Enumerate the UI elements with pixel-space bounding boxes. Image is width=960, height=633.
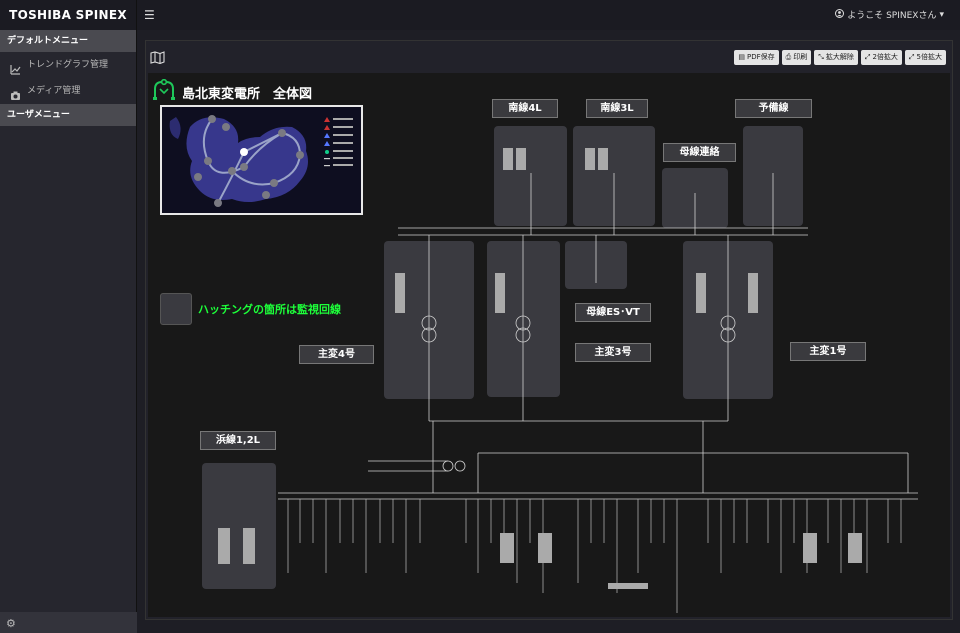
label-hamasen[interactable]: 浜線1,2L [200, 431, 276, 450]
label-nansen4l[interactable]: 南線4L [492, 99, 558, 118]
hamburger-menu-icon[interactable]: ☰ [144, 8, 155, 22]
expand-icon: ⤢ [864, 53, 871, 61]
print-button[interactable]: ⎙ 印刷 [781, 50, 812, 65]
pdf-save-button[interactable]: ▤ PDF保存 [734, 50, 779, 65]
line-chart-icon [10, 60, 21, 75]
label-shuhen4[interactable]: 主変4号 [299, 345, 374, 364]
compress-icon: ⤡ [818, 53, 824, 61]
zoom-2x-label: 2倍拡大 [872, 53, 898, 61]
brand-logo: TOSHIBA SPINEX [0, 0, 136, 30]
expand-icon: ⤢ [908, 53, 915, 61]
label-bosen-es-vt[interactable]: 母線ES･VT [575, 303, 651, 322]
pdf-save-label: PDF保存 [746, 53, 775, 61]
camera-icon [10, 86, 21, 100]
sidebar-section-user[interactable]: ユーザメニュー [0, 104, 136, 126]
caret-down-icon: ▾ [939, 9, 944, 20]
file-icon: ▤ [738, 53, 745, 61]
gear-icon[interactable]: ⚙ [6, 617, 16, 630]
user-icon [835, 8, 845, 21]
zoom-2x-button[interactable]: ⤢ 2倍拡大 [860, 50, 902, 65]
sidebar-item-media[interactable]: メディア管理 [0, 78, 136, 104]
sidebar-footer: ⚙ [0, 612, 137, 633]
sidebar: TOSHIBA SPINEX デフォルトメニュー トレンドグラフ管理 メディア管… [0, 0, 137, 633]
toolbar: ▤ PDF保存 ⎙ 印刷 ⤡ 拡大解除 ⤢ 2倍拡大 ⤢ 5倍拡大 [734, 50, 946, 65]
label-shuhen1[interactable]: 主変1号 [790, 342, 866, 361]
zoom-reset-label: 拡大解除 [825, 53, 854, 61]
user-menu[interactable]: ようこそ SPINEXさん ▾ [835, 8, 944, 21]
zoom-5x-label: 5倍拡大 [916, 53, 942, 61]
map-icon [150, 51, 165, 68]
label-yobisen[interactable]: 予備線 [735, 99, 812, 118]
label-shuhen3[interactable]: 主変3号 [575, 343, 651, 362]
sidebar-item-label: メディア管理 [27, 86, 81, 96]
label-nansen3l[interactable]: 南線3L [586, 99, 648, 118]
main-panel: ▤ PDF保存 ⎙ 印刷 ⤡ 拡大解除 ⤢ 2倍拡大 ⤢ 5倍拡大 島北東変電所 全体図 [145, 40, 953, 620]
print-icon: ⎙ [785, 53, 792, 61]
print-label: 印刷 [793, 53, 808, 61]
sidebar-item-label: トレンドグラフ管理 [27, 60, 109, 70]
sidebar-section-default: デフォルトメニュー [0, 30, 136, 52]
sidebar-item-trend[interactable]: トレンドグラフ管理 [0, 52, 136, 78]
label-bosen-renraku[interactable]: 母線連絡 [663, 143, 736, 162]
zoom-5x-button[interactable]: ⤢ 5倍拡大 [904, 50, 946, 65]
single-line-diagram[interactable]: 島北東変電所 全体図 ハッチングの箇所は監視回線 南線4L 南線3L 予備線 母… [148, 73, 950, 617]
zoom-reset-button[interactable]: ⤡ 拡大解除 [814, 50, 858, 65]
topbar: ☰ ようこそ SPINEXさん ▾ [137, 0, 960, 30]
user-greeting: ようこそ SPINEXさん [847, 11, 937, 21]
